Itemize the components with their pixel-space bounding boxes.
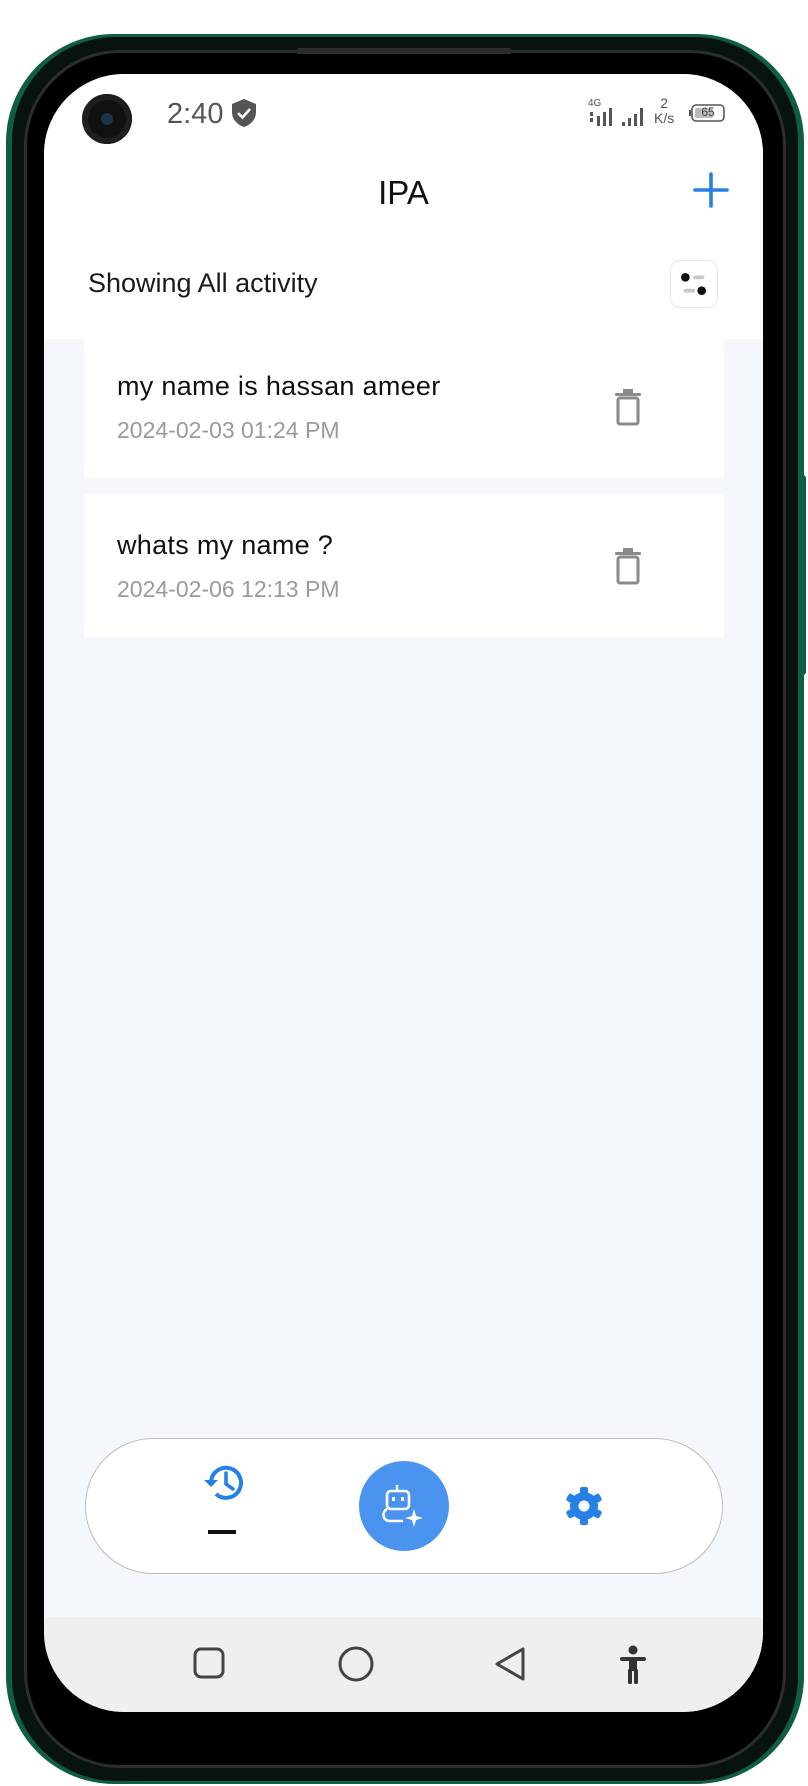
page-title: IPA (378, 174, 429, 211)
activity-list: my name is hassan ameer 2024-02-03 01:24… (84, 335, 724, 653)
front-camera (82, 94, 132, 144)
back-triangle-icon[interactable] (493, 1645, 527, 1683)
plus-icon[interactable] (689, 168, 733, 212)
active-tab-indicator (208, 1530, 236, 1534)
activity-date: 2024-02-06 12:13 PM (117, 576, 340, 602)
shield-icon (232, 99, 256, 127)
filter-toggle-icon[interactable] (670, 260, 718, 308)
activity-title: my name is hassan ameer (117, 371, 441, 401)
assistant-button[interactable] (359, 1461, 449, 1551)
home-circle-icon[interactable] (337, 1645, 375, 1683)
trash-icon[interactable] (611, 546, 645, 586)
gear-icon[interactable] (563, 1485, 605, 1527)
activity-date: 2024-02-03 01:24 PM (117, 417, 340, 443)
activity-filter-label: Showing All activity (88, 268, 318, 298)
activity-item[interactable]: whats my name ? 2024-02-06 12:13 PM (84, 494, 724, 637)
network-speed-unit: K/s (654, 110, 675, 126)
screen: 2:40 4G 2 K/s 65 IPA Showing All activit… (44, 74, 763, 1712)
app-header: IPA (44, 164, 763, 339)
status-bar: 2:40 4G 2 K/s 65 (44, 74, 763, 164)
recents-square-icon[interactable] (192, 1646, 226, 1680)
svg-text:4G: 4G (588, 98, 602, 109)
network-speed-value: 2 (660, 95, 669, 111)
status-time: 2:40 (167, 98, 224, 130)
activity-title: whats my name ? (117, 530, 334, 560)
system-navigation-bar (44, 1617, 763, 1712)
robot-sparkle-icon (382, 1485, 423, 1527)
accessibility-icon[interactable] (618, 1645, 648, 1685)
battery-level: 65 (701, 105, 715, 119)
activity-item[interactable]: my name is hassan ameer 2024-02-03 01:24… (84, 335, 724, 478)
trash-icon[interactable] (611, 387, 645, 427)
network-speed: 2 K/s (654, 96, 674, 126)
earpiece-speaker (296, 48, 512, 54)
history-icon[interactable] (202, 1460, 248, 1506)
side-button (798, 475, 806, 675)
